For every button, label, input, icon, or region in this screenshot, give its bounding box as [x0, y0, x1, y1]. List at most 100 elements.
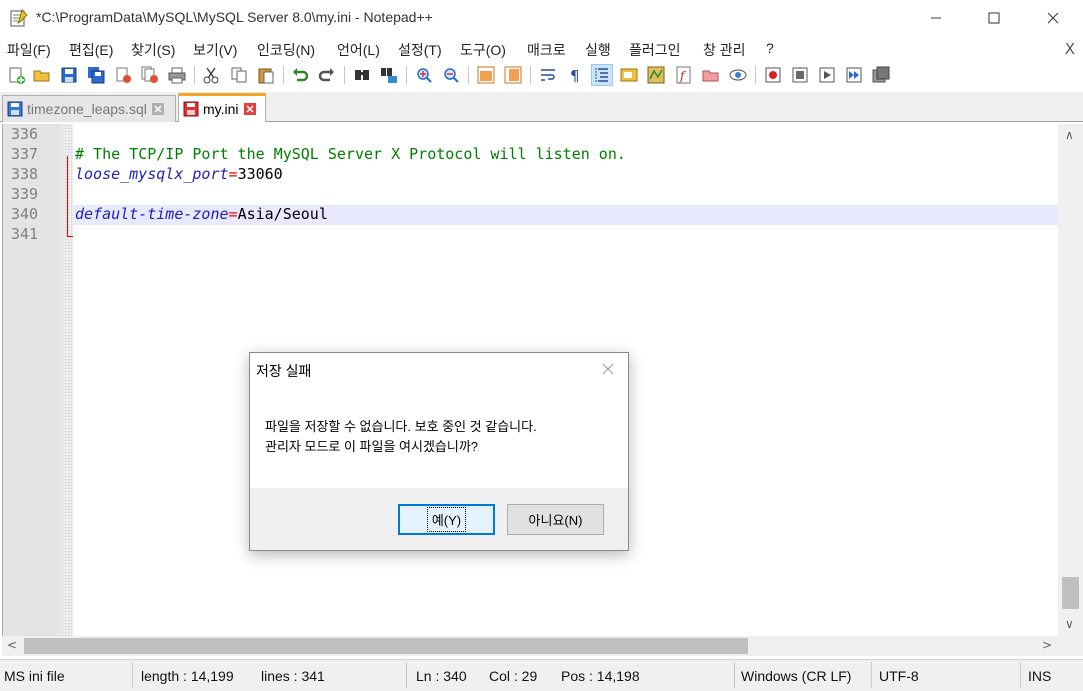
menu-encoding[interactable]: 인코딩(N)	[257, 40, 315, 60]
doc-map-icon[interactable]	[645, 64, 667, 86]
menu-file[interactable]: 파일(F)	[7, 40, 51, 60]
dialog-title: 저장 실패	[256, 363, 312, 379]
code-token: # The TCP/IP Port the MySQL Server X Pro…	[75, 145, 626, 163]
line-number: 340	[11, 205, 39, 223]
paste-icon[interactable]	[255, 64, 277, 86]
unsaved-file-icon	[183, 101, 199, 117]
code-line[interactable]: loose_mysqlx_port=33060	[75, 165, 283, 183]
code-token: Asia/Seoul	[237, 205, 328, 223]
toolbar: ¶ f	[0, 62, 1083, 90]
folder-workspace-icon[interactable]	[700, 64, 722, 86]
status-pos: Pos : 14,198	[561, 668, 640, 684]
tab-my-ini[interactable]: my.ini	[178, 93, 266, 122]
sync-vertical-icon[interactable]	[475, 64, 497, 86]
record-macro-icon[interactable]	[762, 64, 784, 86]
close-file-icon[interactable]	[112, 64, 134, 86]
scroll-right-icon[interactable]: >	[1042, 638, 1052, 652]
redo-icon[interactable]	[316, 64, 338, 86]
toolbar-separator	[755, 66, 756, 84]
tab-timezone-leaps[interactable]: timezone_leaps.sql	[2, 95, 176, 122]
language-icon[interactable]	[618, 64, 640, 86]
open-file-icon[interactable]	[31, 64, 53, 86]
scroll-left-icon[interactable]: <	[7, 638, 17, 652]
menu-search[interactable]: 찾기(S)	[131, 40, 175, 60]
close-all-icon[interactable]	[139, 64, 161, 86]
dialog-footer: 예(Y) 아니요(N)	[250, 488, 628, 550]
scroll-down-icon[interactable]: ∨	[1065, 617, 1074, 631]
status-separator	[1020, 662, 1021, 688]
status-separator	[734, 662, 735, 688]
status-lines: lines : 341	[261, 668, 325, 684]
minimize-icon[interactable]	[913, 0, 959, 36]
new-file-icon[interactable]	[5, 64, 27, 86]
status-separator	[871, 662, 872, 688]
undo-icon[interactable]	[289, 64, 311, 86]
save-macro-icon[interactable]	[870, 64, 892, 86]
vertical-scroll-thumb[interactable]	[1062, 577, 1079, 609]
show-all-chars-icon[interactable]: ¶	[564, 64, 586, 86]
menu-edit[interactable]: 편집(E)	[69, 40, 113, 60]
vertical-scrollbar[interactable]: ∧ ∨	[1058, 124, 1083, 636]
tab-label: my.ini	[203, 101, 239, 117]
zoom-out-icon[interactable]	[440, 64, 462, 86]
indent-guide-icon[interactable]	[591, 64, 613, 86]
code-token: 33060	[237, 165, 283, 183]
dialog-message-line1: 파일을 저장할 수 없습니다. 보호 중인 것 같습니다.	[265, 419, 537, 434]
menu-settings[interactable]: 설정(T)	[398, 40, 442, 60]
word-wrap-icon[interactable]	[537, 64, 559, 86]
tab-close-icon[interactable]	[151, 103, 164, 115]
status-ln: Ln : 340	[416, 668, 467, 684]
status-separator	[406, 662, 407, 688]
replace-icon[interactable]	[378, 64, 400, 86]
close-icon[interactable]	[1030, 0, 1076, 36]
find-icon[interactable]	[351, 64, 373, 86]
toolbar-separator	[468, 66, 469, 84]
sync-horizontal-icon[interactable]	[502, 64, 524, 86]
zoom-in-icon[interactable]	[413, 64, 435, 86]
window-title: *C:\ProgramData\MySQL\MySQL Server 8.0\m…	[36, 9, 433, 25]
code-token: loose_mysqlx_port	[75, 165, 229, 183]
close-icon[interactable]	[602, 363, 614, 375]
line-number: 338	[11, 165, 39, 183]
menu-plugins[interactable]: 플러그인	[629, 40, 681, 60]
line-number: 336	[11, 125, 39, 143]
menu-language[interactable]: 언어(L)	[337, 40, 380, 60]
menu-tools[interactable]: 도구(O)	[460, 40, 506, 60]
print-icon[interactable]	[166, 64, 188, 86]
scroll-up-icon[interactable]: ∧	[1065, 128, 1074, 142]
line-number: 339	[11, 185, 39, 203]
menu-run[interactable]: 실행	[585, 40, 611, 60]
code-line[interactable]: default-time-zone=Asia/Seoul	[75, 205, 328, 223]
tab-close-icon[interactable]	[243, 103, 256, 115]
monitoring-icon[interactable]	[727, 64, 749, 86]
save-failed-dialog: 저장 실패 파일을 저장할 수 없습니다. 보호 중인 것 같습니다. 관리자 …	[249, 352, 629, 551]
scroll-corner	[1058, 636, 1083, 656]
menu-view[interactable]: 보기(V)	[193, 40, 237, 60]
fold-indicator-end	[67, 236, 73, 237]
close-document-button[interactable]: X	[1065, 40, 1075, 58]
menu-macro[interactable]: 매크로	[527, 40, 566, 60]
run-macro-multiple-icon[interactable]	[843, 64, 865, 86]
save-icon[interactable]	[58, 64, 80, 86]
play-macro-icon[interactable]	[816, 64, 838, 86]
function-list-icon[interactable]: f	[673, 64, 695, 86]
title-bar: *C:\ProgramData\MySQL\MySQL Server 8.0\m…	[0, 0, 1083, 36]
tab-label: timezone_leaps.sql	[27, 101, 147, 117]
tab-bar: timezone_leaps.sql my.ini	[0, 92, 1083, 122]
maximize-icon[interactable]	[971, 0, 1017, 36]
save-all-icon[interactable]	[85, 64, 107, 86]
saved-file-icon	[7, 101, 23, 117]
code-token: =	[228, 165, 238, 183]
horizontal-scroll-thumb[interactable]	[24, 638, 748, 654]
toolbar-separator	[406, 66, 407, 84]
code-token: default-time-zone	[75, 205, 229, 223]
copy-icon[interactable]	[228, 64, 250, 86]
stop-record-icon[interactable]	[789, 64, 811, 86]
horizontal-scrollbar[interactable]: < >	[2, 636, 1058, 656]
code-line[interactable]: # The TCP/IP Port the MySQL Server X Pro…	[75, 145, 626, 163]
cut-icon[interactable]	[200, 64, 222, 86]
menu-window[interactable]: 창 관리	[703, 40, 746, 60]
no-button[interactable]: 아니요(N)	[507, 504, 604, 535]
yes-button[interactable]: 예(Y)	[398, 504, 495, 535]
menu-help[interactable]: ?	[766, 40, 774, 56]
